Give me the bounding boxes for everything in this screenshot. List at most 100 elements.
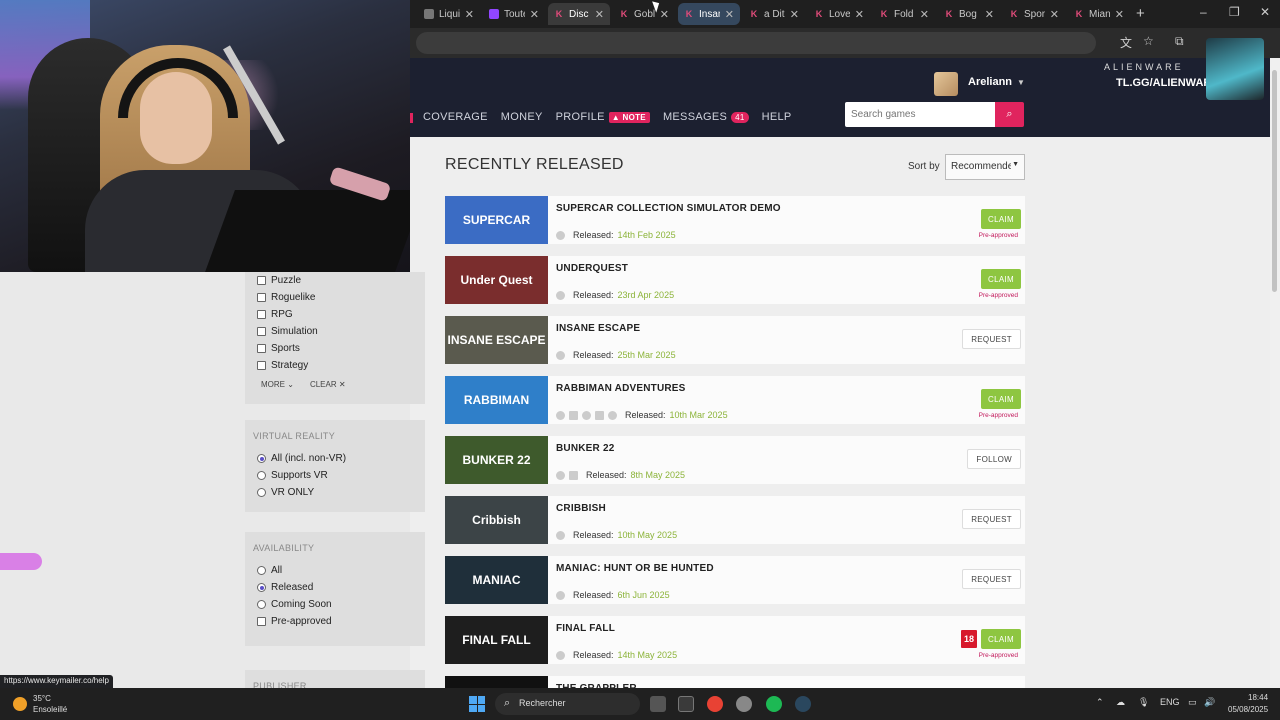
- windows-start-icon[interactable]: [469, 696, 485, 712]
- checkbox[interactable]: [257, 293, 266, 302]
- radio-button[interactable]: [257, 583, 266, 592]
- clock-time[interactable]: 18:44: [1248, 693, 1268, 702]
- close-tab-icon[interactable]: ✕: [725, 8, 734, 21]
- browser-tab[interactable]: K Spor ✕: [1003, 3, 1065, 25]
- bookmark-star-icon[interactable]: ☆: [1143, 34, 1154, 48]
- radio-button[interactable]: [257, 471, 266, 480]
- more-button[interactable]: MORE ⌄: [261, 380, 294, 389]
- game-thumbnail[interactable]: Cribbish: [445, 496, 548, 544]
- new-tab-button[interactable]: +: [1136, 5, 1145, 22]
- follow-button[interactable]: FOLLOW: [967, 449, 1021, 469]
- availability-option[interactable]: All: [257, 562, 417, 579]
- vr-option[interactable]: All (incl. non-VR): [257, 450, 417, 467]
- settings-icon[interactable]: [736, 696, 752, 712]
- claim-button[interactable]: CLAIM: [981, 269, 1021, 289]
- game-title[interactable]: UNDERQUEST: [556, 263, 1017, 274]
- checkbox[interactable]: [257, 617, 266, 626]
- browser-tab[interactable]: Ka Dit ✕: [743, 3, 805, 25]
- sun-icon[interactable]: [13, 697, 27, 711]
- checkbox[interactable]: [257, 344, 266, 353]
- ad-url[interactable]: TL.GG/ALIENWARE: [1116, 77, 1219, 89]
- genre-option[interactable]: Strategy: [257, 357, 417, 374]
- chevron-down-icon[interactable]: ▼: [1017, 78, 1025, 87]
- close-tab-icon[interactable]: ✕: [1115, 8, 1124, 21]
- genre-option[interactable]: Puzzle: [257, 272, 417, 289]
- extensions-icon[interactable]: ⧉: [1175, 34, 1184, 49]
- network-icon[interactable]: ▭: [1188, 697, 1197, 708]
- browser-tab[interactable]: K Gobl ✕: [613, 3, 675, 25]
- cloud-icon[interactable]: ☁: [1116, 697, 1125, 708]
- game-row[interactable]: THETHE GRAPPLER: [445, 676, 1025, 688]
- request-button[interactable]: REQUEST: [962, 569, 1021, 589]
- request-button[interactable]: REQUEST: [962, 329, 1021, 349]
- game-thumbnail[interactable]: MANIAC: [445, 556, 548, 604]
- translate-icon[interactable]: 文: [1120, 34, 1132, 51]
- game-row[interactable]: BUNKER 22 BUNKER 22 Released: 8th May 2025 F…: [445, 436, 1025, 484]
- game-title[interactable]: BUNKER 22: [556, 443, 1017, 454]
- radio-button[interactable]: [257, 488, 266, 497]
- browser-tab[interactable]: K Love ✕: [808, 3, 870, 25]
- genre-option[interactable]: Roguelike: [257, 289, 417, 306]
- close-window-icon[interactable]: ✕: [1260, 5, 1270, 19]
- game-thumbnail[interactable]: SUPERCAR: [445, 196, 548, 244]
- game-thumbnail[interactable]: FINAL FALL: [445, 616, 548, 664]
- close-tab-icon[interactable]: ✕: [920, 8, 929, 21]
- game-title[interactable]: INSANE ESCAPE: [556, 323, 1017, 334]
- checkbox[interactable]: [257, 310, 266, 319]
- checkbox[interactable]: [257, 276, 266, 285]
- game-row[interactable]: Under Quest UNDERQUEST Released: 23rd Apr 2…: [445, 256, 1025, 304]
- game-thumbnail[interactable]: THE: [445, 676, 548, 688]
- avatar[interactable]: [934, 72, 958, 96]
- game-title[interactable]: MANIAC: HUNT OR BE HUNTED: [556, 563, 1017, 574]
- close-tab-icon[interactable]: ✕: [790, 8, 799, 21]
- taskbar-search[interactable]: Rechercher: [495, 693, 640, 715]
- checkbox[interactable]: [257, 327, 266, 336]
- browser-tab[interactable]: K Bog ✕: [938, 3, 1000, 25]
- nav-money[interactable]: MONEY: [501, 111, 543, 123]
- browser-tab[interactable]: K Fold ✕: [873, 3, 935, 25]
- game-row[interactable]: MANIAC MANIAC: HUNT OR BE HUNTED Released:…: [445, 556, 1025, 604]
- genre-option[interactable]: Simulation: [257, 323, 417, 340]
- search-button[interactable]: ⌕: [995, 102, 1024, 127]
- browser-tab[interactable]: K Mian ✕: [1068, 3, 1130, 25]
- chevron-up-icon[interactable]: ⌃: [1096, 697, 1104, 708]
- search-input[interactable]: [845, 102, 995, 127]
- browser-tab[interactable]: K Disc ✕: [548, 3, 610, 25]
- browser-tab[interactable]: Liqui ✕: [418, 3, 480, 25]
- game-row[interactable]: INSANE ESCAPE INSANE ESCAPE Released: 25th …: [445, 316, 1025, 364]
- availability-option[interactable]: Coming Soon: [257, 596, 417, 613]
- claim-button[interactable]: CLAIM: [981, 209, 1021, 229]
- volume-icon[interactable]: 🔊: [1204, 697, 1215, 708]
- browser-tab[interactable]: Toute ✕: [483, 3, 545, 25]
- nav-help[interactable]: HELP: [762, 111, 792, 123]
- close-tab-icon[interactable]: ✕: [530, 8, 539, 21]
- nav-profile[interactable]: PROFILE ▲ NOTE: [556, 111, 650, 123]
- checkbox[interactable]: [257, 361, 266, 370]
- game-row[interactable]: SUPERCAR SUPERCAR COLLECTION SIMULATOR DE…: [445, 196, 1025, 244]
- chrome-icon[interactable]: [707, 696, 723, 712]
- sort-select[interactable]: Recommended ▼: [945, 154, 1025, 180]
- game-title[interactable]: RABBIMAN ADVENTURES: [556, 383, 1017, 394]
- claim-button[interactable]: CLAIM: [981, 389, 1021, 409]
- clock-date[interactable]: 05/08/2025: [1228, 705, 1268, 714]
- url-field[interactable]: [416, 32, 1096, 54]
- maximize-icon[interactable]: ❐: [1229, 5, 1240, 19]
- game-thumbnail[interactable]: INSANE ESCAPE: [445, 316, 548, 364]
- steam-icon[interactable]: [795, 696, 811, 712]
- close-tab-icon[interactable]: ✕: [595, 8, 604, 21]
- game-row[interactable]: Cribbish CRIBBISH Released: 10th May 2025 RE…: [445, 496, 1025, 544]
- game-row[interactable]: FINAL FALL FINAL FALL Released: 14th May 20…: [445, 616, 1025, 664]
- scrollbar-thumb[interactable]: [1272, 70, 1277, 292]
- genre-option[interactable]: RPG: [257, 306, 417, 323]
- radio-button[interactable]: [257, 600, 266, 609]
- game-row[interactable]: RABBIMAN RABBIMAN ADVENTURES Released: 10th…: [445, 376, 1025, 424]
- microphone-icon[interactable]: 🎙: [1138, 697, 1149, 708]
- browser-tab[interactable]: K Insan ✕: [678, 3, 740, 25]
- spotify-icon[interactable]: [766, 696, 782, 712]
- availability-option[interactable]: Released: [257, 579, 417, 596]
- nav-messages[interactable]: MESSAGES 41: [663, 111, 749, 123]
- vr-option[interactable]: VR ONLY: [257, 484, 417, 501]
- availability-option[interactable]: Pre-approved: [257, 613, 417, 630]
- close-tab-icon[interactable]: ✕: [855, 8, 864, 21]
- language[interactable]: ENG: [1160, 697, 1180, 707]
